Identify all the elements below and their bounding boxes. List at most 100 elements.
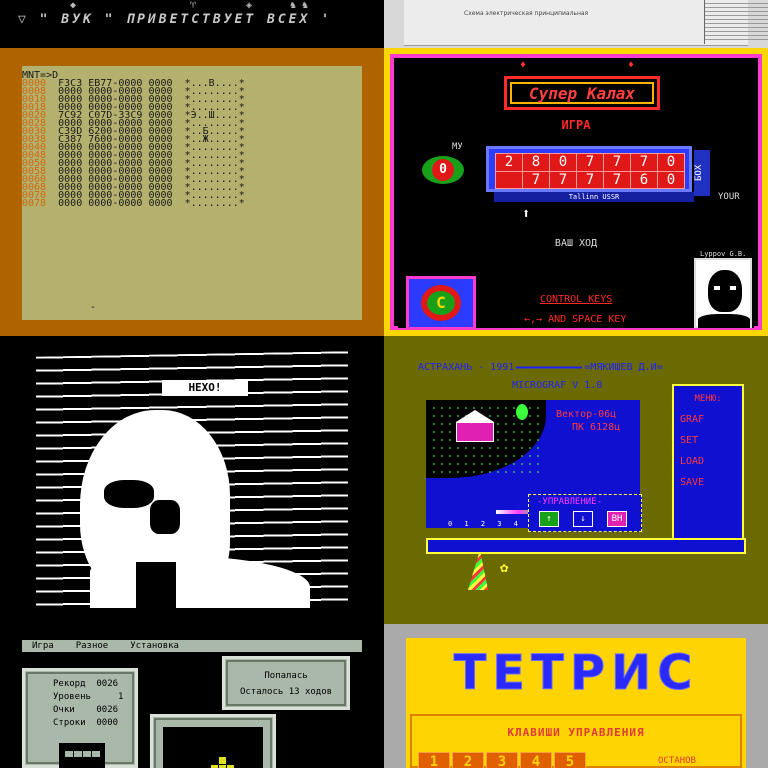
tetris-logo: ТЕТРИС [453, 645, 699, 701]
kalah-pit[interactable]: 0 [657, 153, 685, 172]
micrograf-title: MICROGRAF V 1.0 [512, 380, 603, 391]
control-keys-label: CONTROL KEYS [540, 294, 613, 305]
kalah-pit[interactable]: 7 [576, 153, 604, 172]
menu-game[interactable]: Игра [32, 640, 54, 652]
lines-label: Строки [53, 718, 86, 728]
my-score-pit: 0 [422, 156, 464, 184]
kalah-pit[interactable]: 0 [549, 153, 577, 172]
vuk-banner-screen: ◆ ♈ ◈ ♞ ♞ ▽ " ВУК " ПРИВЕТСТВУЕТ ВСЕХ ' [0, 0, 384, 48]
paper-caption: Схема электрическая принципиальная [464, 10, 589, 17]
up-button[interactable]: ↑ [539, 511, 559, 527]
next-piece-preview [59, 743, 105, 768]
controls-box: КЛАВИШИ УПРАВЛЕНИЯ 1 2 3 4 5 ОСТАНОВ [410, 714, 742, 768]
kalah-board: 2807770777760 [486, 146, 692, 192]
menu-settings[interactable]: Установка [130, 640, 179, 652]
main-menu: МЕНЮ: GRAF SET LOAD SAVE [672, 384, 744, 546]
record-label: Рекорд [53, 679, 86, 689]
kalah-pit[interactable]: 8 [522, 153, 550, 172]
score-value: 0026 [96, 705, 119, 715]
kalah-pit[interactable]: 7 [522, 170, 550, 189]
decor-icon: ◈ [246, 0, 253, 11]
kalah-pit[interactable] [495, 170, 523, 189]
author-name: Lyppov G.B. [700, 250, 747, 258]
paper-sheet: Схема электрическая принципиальная [404, 0, 768, 46]
falling-piece [219, 757, 226, 764]
message-line-2: Осталось 13 ходов [239, 687, 333, 697]
level-label: Уровень [53, 692, 91, 702]
portrait-tag: НЕХО! [162, 380, 248, 396]
menu-item-graf[interactable]: GRAF [680, 414, 742, 425]
game-well [150, 714, 276, 768]
control-panel: -УПРАВЛЕНИЕ- ↑ ↓ ВН [528, 494, 642, 532]
your-label: YOUR [718, 192, 740, 202]
tetris-title-screen: ТЕТРИС КЛАВИШИ УПРАВЛЕНИЯ 1 2 3 4 5 ОСТА… [384, 624, 768, 768]
copyright-logo: C [406, 276, 476, 330]
computer-label: Вектор-06ц ПК 6128ц [556, 408, 620, 434]
parts-table [704, 0, 768, 44]
menu-item-save[interactable]: SAVE [680, 477, 742, 488]
dump-row: 0078 0000 0000-0000 0000 *........* [22, 198, 245, 209]
kalah-pit[interactable]: 2 [495, 153, 523, 172]
key-5[interactable]: 5 [554, 752, 586, 768]
dump-ascii: *........* [184, 198, 245, 209]
author-portrait [694, 258, 752, 328]
message-panel: Попалась Осталось 13 ходов [222, 656, 350, 710]
message-line-1: Попалась [264, 671, 308, 681]
kalah-pit[interactable]: 7 [603, 170, 631, 189]
my-score-label: МУ [452, 142, 463, 152]
header-city: АСТРАХАНЬ - 1991 [416, 362, 517, 373]
key-2[interactable]: 2 [452, 752, 484, 768]
dump-bytes: 0000 0000-0000 0000 [58, 198, 173, 209]
record-value: 0026 [96, 679, 119, 689]
memory-dump: 0000 F3C3 EB77-0000 0000 *...B....* 0008 … [22, 79, 245, 209]
level-value: 1 [118, 692, 124, 702]
arrow-keys-hint: ←,→ AND SPACE KEY [524, 314, 627, 325]
tetris-card: ТЕТРИС КЛАВИШИ УПРАВЛЕНИЯ 1 2 3 4 5 ОСТА… [406, 638, 746, 768]
menu-misc[interactable]: Разное [76, 640, 109, 652]
tree-icon [516, 404, 528, 420]
board-base-label: Tallinn USSR [494, 192, 694, 202]
kalah-subtitle: ИГРА [561, 118, 591, 132]
pit-selector-arrow-icon: ⬆ [522, 206, 531, 222]
control-label: -УПРАВЛЕНИЕ- [537, 497, 603, 507]
monitor-dump-screen: MNT=>D 0000 F3C3 EB77-0000 0000 *...B...… [0, 48, 384, 336]
decor-icon: ♈ [190, 0, 197, 11]
header-author: =МЯКИШЕВ Д.И= [582, 362, 665, 373]
exit-button[interactable]: ВН [607, 511, 627, 527]
down-button[interactable]: ↓ [573, 511, 593, 527]
kalah-title: Супер Калах [529, 83, 635, 103]
key-row: 1 2 3 4 5 [418, 752, 586, 768]
kalah-pit[interactable]: 7 [549, 170, 577, 189]
micrograf-header: АСТРАХАНЬ - 1991 =МЯКИШЕВ Д.И= [416, 362, 665, 373]
super-kalah-screen: ♦ ♦ Супер Калах ИГРА МУ 0 2807770777760 … [384, 48, 768, 336]
schematic-scan: Схема электрическая принципиальная [384, 0, 768, 48]
decor-icon: ◆ [70, 0, 77, 11]
game-menu-bar: Игра Разное Установка [22, 640, 362, 652]
house-icon [456, 410, 494, 422]
title-pin-icon: ♦ [520, 60, 527, 71]
key-4[interactable]: 4 [520, 752, 552, 768]
key-1[interactable]: 1 [418, 752, 450, 768]
stop-label: ОСТАНОВ [658, 756, 696, 766]
dump-address: 0078 [22, 198, 47, 209]
status-bar [426, 538, 746, 554]
menu-title: МЕНЮ: [694, 394, 722, 404]
menu-item-set[interactable]: SET [680, 435, 742, 446]
kalah-title-box: Супер Калах [504, 76, 660, 110]
computer-name: Вектор-06ц [556, 409, 617, 420]
text-cursor: - [90, 302, 97, 313]
your-move-text: ВАШ ХОД [554, 238, 598, 249]
monitor-screen: MNT=>D 0000 F3C3 EB77-0000 0000 *...B...… [22, 66, 362, 320]
banner-text: ▽ " ВУК " ПРИВЕТСТВУЕТ ВСЕХ ' [18, 12, 332, 27]
micrograf-screen: АСТРАХАНЬ - 1991 =МЯКИШЕВ Д.И= MICROGRAF… [384, 336, 768, 624]
kalah-pit[interactable]: 7 [603, 153, 631, 172]
key-3[interactable]: 3 [486, 752, 518, 768]
controls-title: КЛАВИШИ УПРАВЛЕНИЯ [507, 726, 645, 739]
tetris-game-screen: Игра Разное Установка Рекорд 0026 Уровен… [0, 624, 384, 768]
kalah-pit[interactable]: 7 [576, 170, 604, 189]
kalah-pit[interactable]: 7 [630, 153, 658, 172]
kalah-pit[interactable]: 0 [657, 170, 685, 189]
menu-item-load[interactable]: LOAD [680, 456, 742, 467]
stats-panel: Рекорд 0026 Уровень 1 Очки 0026 Строки 0… [22, 668, 138, 768]
kalah-pit[interactable]: 6 [630, 170, 658, 189]
